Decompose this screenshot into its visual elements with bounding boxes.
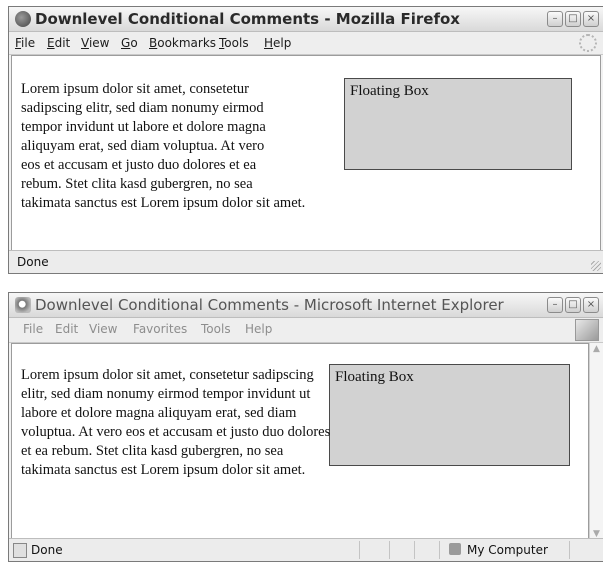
resize-grip-icon[interactable] (591, 261, 601, 271)
firefox-content[interactable]: Floating Box Lorem ipsum dolor sit amet,… (11, 55, 601, 253)
menu-view[interactable]: View (89, 322, 117, 336)
page-icon (13, 543, 27, 558)
lorem-paragraph: Lorem ipsum dolor sit amet, consetetur s… (21, 81, 306, 211)
ie-statusbar: Done My Computer (9, 538, 603, 561)
menu-tools[interactable]: Tools (201, 322, 231, 336)
floating-box: Floating Box (329, 364, 570, 466)
menu-bookmarks[interactable]: Bookmarks (149, 36, 216, 50)
status-divider (359, 541, 360, 559)
status-divider (414, 541, 415, 559)
status-text: Done (31, 543, 63, 557)
maximize-icon[interactable]: □ (565, 11, 581, 27)
maximize-icon[interactable]: □ (565, 297, 581, 313)
menu-file[interactable]: File (15, 36, 35, 50)
menu-view[interactable]: View (81, 36, 109, 50)
ie-logo-icon (575, 319, 599, 341)
zone-text: My Computer (467, 543, 548, 557)
status-divider (439, 541, 440, 559)
menu-help[interactable]: Help (264, 36, 291, 50)
minimize-icon[interactable]: – (547, 297, 563, 313)
menu-help[interactable]: Help (245, 322, 272, 336)
ie-content[interactable]: Floating Box Lorem ipsum dolor sit amet,… (11, 343, 589, 543)
ie-window: Downlevel Conditional Comments - Microso… (8, 292, 603, 562)
status-divider (389, 541, 390, 559)
menu-favorites[interactable]: Favorites (133, 322, 187, 336)
firefox-menubar: File Edit View Go Bookmarks Tools Help (9, 32, 603, 55)
close-icon[interactable]: × (583, 297, 599, 313)
computer-icon (449, 543, 461, 555)
firefox-titlebar[interactable]: Downlevel Conditional Comments - Mozilla… (9, 7, 603, 32)
menu-file[interactable]: File (23, 322, 43, 336)
window-title: Downlevel Conditional Comments - Mozilla… (35, 10, 460, 28)
ie-icon (15, 297, 31, 313)
status-divider (569, 541, 570, 559)
close-icon[interactable]: × (583, 11, 599, 27)
status-text: Done (17, 255, 49, 269)
minimize-icon[interactable]: – (547, 11, 563, 27)
ie-titlebar[interactable]: Downlevel Conditional Comments - Microso… (9, 293, 603, 318)
scroll-up-icon[interactable]: ▲ (592, 345, 601, 354)
firefox-window: Downlevel Conditional Comments - Mozilla… (8, 6, 603, 274)
ie-menubar: File Edit View Favorites Tools Help (9, 318, 603, 343)
menu-edit[interactable]: Edit (47, 36, 70, 50)
ie-scrollbar[interactable]: ▲ ▼ (589, 343, 603, 541)
window-title: Downlevel Conditional Comments - Microso… (35, 296, 504, 314)
menu-tools[interactable]: Tools (219, 36, 249, 50)
menu-edit[interactable]: Edit (55, 322, 78, 336)
menu-go[interactable]: Go (121, 36, 138, 50)
firefox-icon (15, 11, 31, 27)
firefox-statusbar: Done (9, 250, 603, 273)
throbber-icon (579, 34, 597, 52)
lorem-paragraph: Lorem ipsum dolor sit amet, consetetur s… (21, 367, 331, 478)
